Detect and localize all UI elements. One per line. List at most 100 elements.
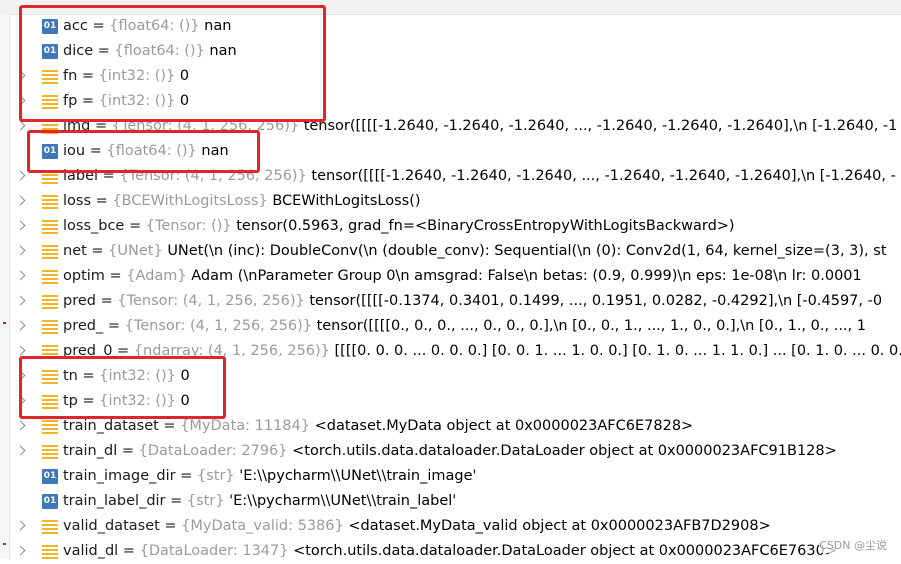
variable-row-fp[interactable]: fp = {int32: ()} 0 (0, 89, 901, 114)
chevron-right-icon[interactable] (15, 370, 26, 381)
variable-value: tensor([[[[0., 0., 0., ..., 0., 0., 0.],… (316, 318, 866, 334)
chevron-right-icon[interactable] (15, 95, 26, 106)
variable-row-valid-dataset[interactable]: valid_dataset = {MyData_valid: 5386} <da… (0, 514, 901, 539)
variable-row-tn[interactable]: tn = {int32: ()} 0 (0, 364, 901, 389)
variable-row-pred-[interactable]: pred_ = {Tensor: (4, 1, 256, 256)} tenso… (0, 314, 901, 339)
chevron-right-icon[interactable] (15, 70, 26, 81)
variable-type: {Adam} (126, 268, 187, 284)
variable-row-dice[interactable]: 01 dice = {float64: ()} nan (0, 39, 901, 64)
variable-name: pred (63, 293, 96, 309)
toolbar-strip (0, 0, 901, 15)
variable-value: nan (209, 43, 237, 59)
variable-type: {str} (196, 468, 235, 484)
numeric-variable-icon: 01 (42, 144, 58, 159)
variable-row-pred-0[interactable]: pred_0 = {ndarray: (4, 1, 256, 256)} [[[… (0, 339, 901, 364)
variable-name: train_dl (63, 443, 118, 459)
variable-row-net[interactable]: net = {UNet} UNet(\n (inc): DoubleConv(\… (0, 239, 901, 264)
variable-value: Adam (\nParameter Group 0\n amsgrad: Fal… (191, 268, 862, 284)
variable-type: {Tensor: (4, 1, 256, 256)} (117, 293, 305, 309)
variable-row-valid-dl[interactable]: valid_dl = {DataLoader: 1347} <torch.uti… (0, 539, 901, 564)
variable-value: [[[[0. 0. 0. ... 0. 0. 0.] [0. 0. 1. ...… (334, 343, 901, 359)
variable-type: {Tensor: (4, 1, 256, 256)} (119, 168, 307, 184)
variable-value: <torch.utils.data.dataloader.DataLoader … (293, 543, 837, 559)
variable-row-train-dataset[interactable]: train_dataset = {MyData: 11184} <dataset… (0, 414, 901, 439)
variable-type: {MyData: 11184} (180, 418, 310, 434)
variable-value: 'E:\\pycharm\\UNet\\train_image' (239, 468, 477, 484)
numeric-variable-icon: 01 (42, 19, 58, 34)
variable-row-label[interactable]: label = {Tensor: (4, 1, 256, 256)} tenso… (0, 164, 901, 189)
variable-type: {DataLoader: 1347} (139, 543, 289, 559)
chevron-right-icon[interactable] (15, 320, 26, 331)
variable-type: {Tensor: ()} (145, 218, 232, 234)
variable-row-loss-bce[interactable]: loss_bce = {Tensor: ()} tensor(0.5963, g… (0, 214, 901, 239)
chevron-right-icon[interactable] (15, 270, 26, 281)
variable-type: {int32: ()} (98, 68, 176, 84)
chevron-right-icon[interactable] (15, 520, 26, 531)
chevron-right-icon[interactable] (15, 420, 26, 431)
variable-row-acc[interactable]: 01 acc = {float64: ()} nan (0, 14, 901, 39)
variable-type: {ndarray: (4, 1, 256, 256)} (133, 343, 330, 359)
chevron-right-icon[interactable] (15, 545, 26, 556)
variable-row-train-image-dir[interactable]: 01 train_image_dir = {str} 'E:\\pycharm\\… (0, 464, 901, 489)
variable-name: fn (63, 68, 78, 84)
variable-row-tp[interactable]: tp = {int32: ()} 0 (0, 389, 901, 414)
variable-name: train_dataset (63, 418, 159, 434)
variable-value: 0 (179, 93, 190, 109)
object-variable-icon (42, 320, 58, 334)
watermark: CSDN @尘说 (819, 537, 887, 553)
variable-name: valid_dl (63, 543, 119, 559)
variable-type: {Tensor: (4, 1, 256, 256)} (111, 118, 300, 134)
variable-type: {MyData_valid: 5386} (181, 518, 344, 534)
variable-value: BCEWithLogitsLoss() (272, 193, 421, 209)
chevron-right-icon[interactable] (15, 345, 26, 356)
chevron-right-icon[interactable] (15, 120, 26, 131)
variable-row-img[interactable]: img = {Tensor: (4, 1, 256, 256)} tensor(… (0, 114, 901, 139)
variable-type: {float64: ()} (114, 43, 205, 59)
numeric-variable-icon: 01 (42, 44, 58, 59)
variable-value: <dataset.MyData object at 0x0000023AFC6E… (314, 418, 694, 434)
variable-value: UNet(\n (inc): DoubleConv(\n (double_con… (167, 243, 887, 259)
object-variable-icon (42, 95, 58, 109)
variable-type: {BCEWithLogitsLoss} (112, 193, 268, 209)
variable-value: 'E:\\pycharm\\UNet\\train_label' (229, 493, 457, 509)
object-variable-icon (42, 195, 58, 209)
variable-name: loss_bce (63, 218, 125, 234)
variable-name: net (63, 243, 87, 259)
variable-name: valid_dataset (63, 518, 160, 534)
object-variable-icon (42, 420, 58, 434)
chevron-right-icon[interactable] (15, 295, 26, 306)
variable-name: train_label_dir (63, 493, 166, 509)
chevron-right-icon[interactable] (15, 195, 26, 206)
object-variable-icon (42, 270, 58, 284)
numeric-variable-icon: 01 (42, 469, 58, 484)
variable-value: 0 (179, 68, 190, 84)
variable-type: {float64: ()} (109, 18, 200, 34)
variable-value: <torch.utils.data.dataloader.DataLoader … (292, 443, 837, 459)
object-variable-icon (42, 370, 58, 384)
variable-name: pred_0 (63, 343, 113, 359)
object-variable-icon (42, 445, 58, 459)
variable-type: {float64: ()} (106, 143, 197, 159)
variable-row-loss[interactable]: loss = {BCEWithLogitsLoss} BCEWithLogits… (0, 189, 901, 214)
object-variable-icon (42, 295, 58, 309)
variable-row-train-label-dir[interactable]: 01 train_label_dir = {str} 'E:\\pycharm\\… (0, 489, 901, 514)
variable-row-fn[interactable]: fn = {int32: ()} 0 (0, 64, 901, 89)
chevron-right-icon[interactable] (15, 220, 26, 231)
object-variable-icon (42, 170, 58, 184)
variable-value: nan (201, 143, 229, 159)
object-variable-icon (42, 70, 58, 84)
variable-name: img (63, 118, 91, 134)
variable-row-pred[interactable]: pred = {Tensor: (4, 1, 256, 256)} tensor… (0, 289, 901, 314)
chevron-right-icon[interactable] (15, 395, 26, 406)
chevron-right-icon[interactable] (15, 170, 26, 181)
variable-row-train-dl[interactable]: train_dl = {DataLoader: 2796} <torch.uti… (0, 439, 901, 464)
variable-value: nan (204, 18, 232, 34)
chevron-right-icon[interactable] (15, 245, 26, 256)
variable-row-optim[interactable]: optim = {Adam} Adam (\nParameter Group 0… (0, 264, 901, 289)
variable-type: {int32: ()} (99, 393, 176, 409)
variable-value: tensor([[[[-1.2640, -1.2640, -1.2640, ..… (303, 118, 898, 134)
chevron-right-icon[interactable] (15, 445, 26, 456)
object-variable-icon (42, 545, 58, 559)
object-variable-icon (42, 245, 58, 259)
variable-row-iou[interactable]: 01 iou = {float64: ()} nan (0, 139, 901, 164)
